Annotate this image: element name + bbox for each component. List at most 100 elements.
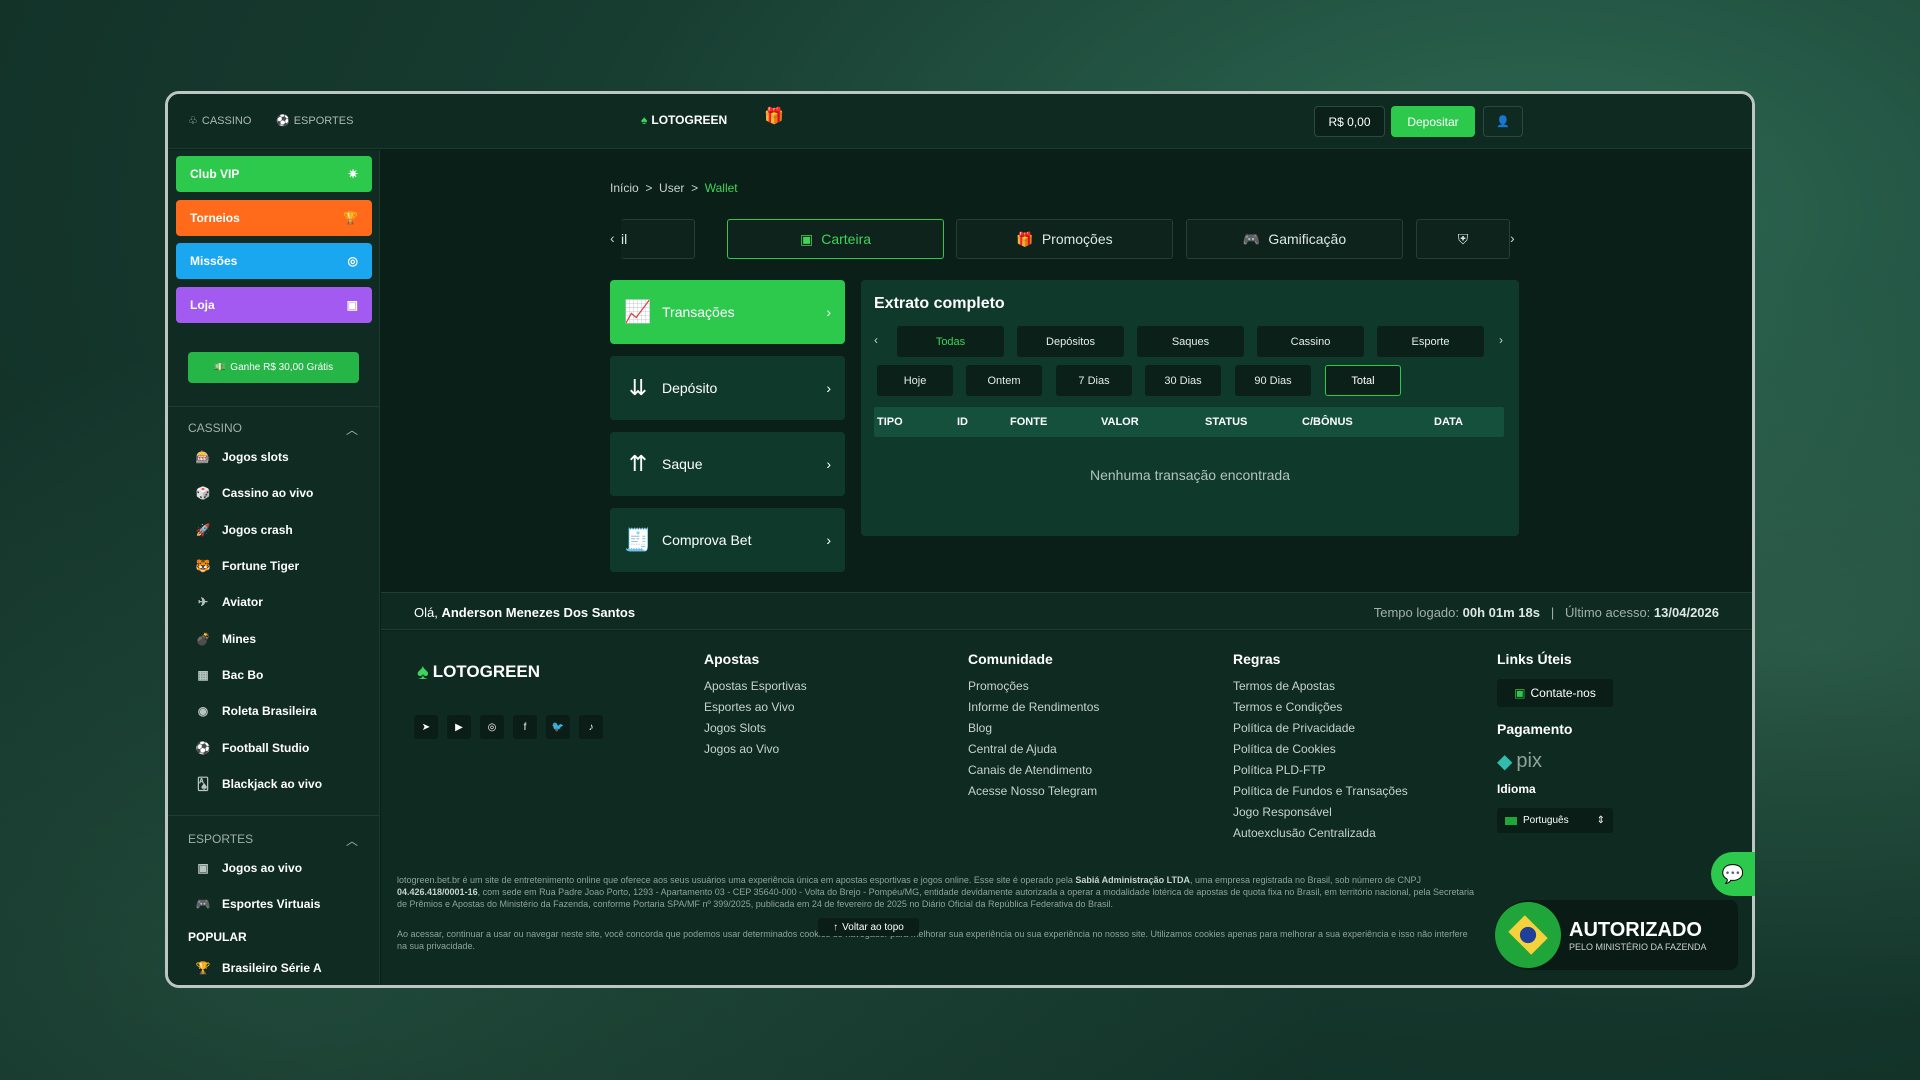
footer-link[interactable]: Promoções <box>968 679 1099 693</box>
filter-depositos[interactable]: Depósitos <box>1017 326 1124 357</box>
filter-todas[interactable]: Todas <box>897 326 1004 357</box>
sidebar-item-mines[interactable]: 💣 Mines <box>196 632 256 646</box>
footer-link[interactable]: Esportes ao Vivo <box>704 700 807 714</box>
footer-link[interactable]: Central de Ajuda <box>968 742 1099 756</box>
header-logo[interactable]: ♠ LOTOGREEN <box>641 113 727 127</box>
sidebar-item-fortune-tiger[interactable]: 🐯 Fortune Tiger <box>195 559 300 573</box>
breadcrumb-user[interactable]: User <box>659 181 684 195</box>
filter-saques[interactable]: Saques <box>1137 326 1244 357</box>
facebook-icon[interactable]: f <box>513 715 537 739</box>
sidebar-item-football-studio[interactable]: ⚽ Football Studio <box>196 741 310 755</box>
col-tipo: TIPO <box>877 416 903 428</box>
balance-display[interactable]: R$ 0,00 <box>1314 106 1385 137</box>
footer-link[interactable]: Autoexclusão Centralizada <box>1233 826 1408 840</box>
sidebar-item-jogos-crash[interactable]: 🚀 Jogos crash <box>196 523 293 537</box>
language-select[interactable]: Português ⇕ <box>1497 808 1613 833</box>
tab-promocoes[interactable]: 🎁 Promoções <box>956 219 1173 259</box>
tab-security[interactable]: ⛨ <box>1416 219 1510 259</box>
sidebar-item-roleta-brasileira[interactable]: ◉ Roleta Brasileira <box>196 704 317 718</box>
tabs-next-arrow[interactable]: › <box>1510 230 1515 246</box>
footer-link[interactable]: Jogo Responsável <box>1233 805 1408 819</box>
tiger-icon: 🐯 <box>195 559 211 573</box>
cards-icon: ▦ <box>197 668 209 682</box>
filter-cassino[interactable]: Cassino <box>1257 326 1364 357</box>
instagram-icon[interactable]: ◎ <box>480 715 504 739</box>
tabs-prev-arrow[interactable]: ‹ <box>610 230 615 246</box>
promo-torneios[interactable]: Torneios 🏆 <box>176 200 372 236</box>
wallet-icon: ▣ <box>799 230 814 247</box>
footer-link[interactable]: Apostas Esportivas <box>704 679 807 693</box>
period-90-dias[interactable]: 90 Dias <box>1235 365 1311 396</box>
promo-missoes[interactable]: Missões ◎ <box>176 243 372 279</box>
live-icon: ▣ <box>197 861 209 875</box>
footer-link[interactable]: Termos e Condições <box>1233 700 1408 714</box>
period-ontem[interactable]: Ontem <box>966 365 1042 396</box>
tab-gamificacao[interactable]: 🎮 Gamificação <box>1186 219 1403 259</box>
tab-partial[interactable]: il <box>621 219 695 259</box>
wallet-saque[interactable]: ⇈ Saque › <box>610 432 845 496</box>
wallet-deposito[interactable]: ⇊ Depósito › <box>610 356 845 420</box>
footer-link[interactable]: Política de Privacidade <box>1233 721 1408 735</box>
sidebar-item-jogos-ao-vivo[interactable]: ▣ Jogos ao vivo <box>196 861 302 875</box>
sidebar-item-esportes-virtuais[interactable]: 🎮 Esportes Virtuais <box>196 897 321 911</box>
sort-icon: ⇕ <box>1596 815 1605 826</box>
footer-link[interactable]: Acesse Nosso Telegram <box>968 784 1099 798</box>
footer-link[interactable]: Política de Fundos e Transações <box>1233 784 1408 798</box>
period-7-dias[interactable]: 7 Dias <box>1056 365 1132 396</box>
section-esportes[interactable]: ESPORTES ︿ <box>188 832 358 849</box>
nav-esportes[interactable]: ⚽ ESPORTES <box>276 114 353 128</box>
footer-link[interactable]: Termos de Apostas <box>1233 679 1408 693</box>
table-header: TIPO ID FONTE VALOR STATUS C/BÔNUS DATA <box>874 407 1504 437</box>
footer-logo[interactable]: ♠ LOTOGREEN <box>417 659 540 685</box>
empty-state: Nenhuma transação encontrada <box>1089 467 1291 483</box>
footer-link[interactable]: Informe de Rendimentos <box>968 700 1099 714</box>
twitter-icon[interactable]: 🐦 <box>546 715 570 739</box>
contact-button[interactable]: ▣ Contate-nos <box>1497 679 1613 707</box>
footer-link[interactable]: Blog <box>968 721 1099 735</box>
back-to-top-button[interactable]: ↑ Voltar ao topo <box>818 918 919 936</box>
breadcrumb: Início > User > Wallet <box>610 181 738 195</box>
user-menu-button[interactable]: 👤 <box>1483 106 1523 137</box>
telegram-icon[interactable]: ➤ <box>414 715 438 739</box>
footer-link[interactable]: Política de Cookies <box>1233 742 1408 756</box>
wallet-comprova-bet[interactable]: 🧾 Comprova Bet › <box>610 508 845 572</box>
deposit-button[interactable]: Depositar <box>1391 106 1475 137</box>
nav-cassino[interactable]: ♧ CASSINO <box>188 114 251 128</box>
sidebar-item-jogos-slots[interactable]: 🎰 Jogos slots <box>196 450 289 464</box>
sidebar-item-brasileiro-serie-a[interactable]: 🏆 Brasileiro Série A <box>196 961 322 975</box>
breadcrumb-home[interactable]: Início <box>610 181 639 195</box>
wallet-transacoes[interactable]: 📈 Transações › <box>610 280 845 344</box>
footer-link[interactable]: Jogos ao Vivo <box>704 742 807 756</box>
filter-prev-arrow[interactable]: ‹ <box>874 333 878 347</box>
promo-loja[interactable]: Loja ▣ <box>176 287 372 323</box>
period-hoje[interactable]: Hoje <box>877 365 953 396</box>
user-icon: 👤 <box>1496 116 1510 128</box>
gift-icon[interactable]: 🎁 <box>764 106 784 125</box>
footer-link[interactable]: Jogos Slots <box>704 721 807 735</box>
arrow-up-icon: ↑ <box>833 921 839 933</box>
logo-icon: ♠ <box>417 659 429 684</box>
tiktok-icon[interactable]: ♪ <box>579 715 603 739</box>
period-total[interactable]: Total <box>1325 365 1401 396</box>
promo-club-vip[interactable]: Club VIP ✷ <box>176 156 372 192</box>
tab-carteira[interactable]: ▣ Carteira <box>727 219 944 259</box>
chat-button[interactable]: 💬 <box>1711 852 1755 896</box>
footer-comunidade: Comunidade Promoções Informe de Rendimen… <box>968 651 1100 798</box>
divider <box>168 815 380 816</box>
bonus-button[interactable]: 💵 Ganhe R$ 30,00 Grátis <box>188 352 359 383</box>
sidebar-item-bac-bo[interactable]: ▦ Bac Bo <box>196 668 263 682</box>
filter-next-arrow[interactable]: › <box>1499 333 1503 347</box>
period-30-dias[interactable]: 30 Dias <box>1145 365 1221 396</box>
sidebar-item-aviator[interactable]: ✈ Aviator <box>196 595 263 609</box>
main-content: Início > User > Wallet ‹ il ▣ Carteira 🎁 P… <box>381 150 1752 985</box>
youtube-icon[interactable]: ▶ <box>447 715 471 739</box>
section-cassino[interactable]: CASSINO ︿ <box>188 421 358 438</box>
sidebar-item-blackjack[interactable]: 🂡 Blackjack ao vivo <box>196 777 322 791</box>
top-bar: ♧ CASSINO ⚽ ESPORTES ♠ LOTOGREEN 🎁 R$ 0,00 … <box>168 94 1752 149</box>
footer-link[interactable]: Política PLD-FTP <box>1233 763 1408 777</box>
rocket-icon: 🚀 <box>195 523 211 537</box>
chevron-up-icon: ︿ <box>345 423 358 437</box>
footer-link[interactable]: Canais de Atendimento <box>968 763 1099 777</box>
filter-esporte[interactable]: Esporte <box>1377 326 1484 357</box>
sidebar-item-cassino-ao-vivo[interactable]: 🎲 Cassino ao vivo <box>196 486 314 500</box>
